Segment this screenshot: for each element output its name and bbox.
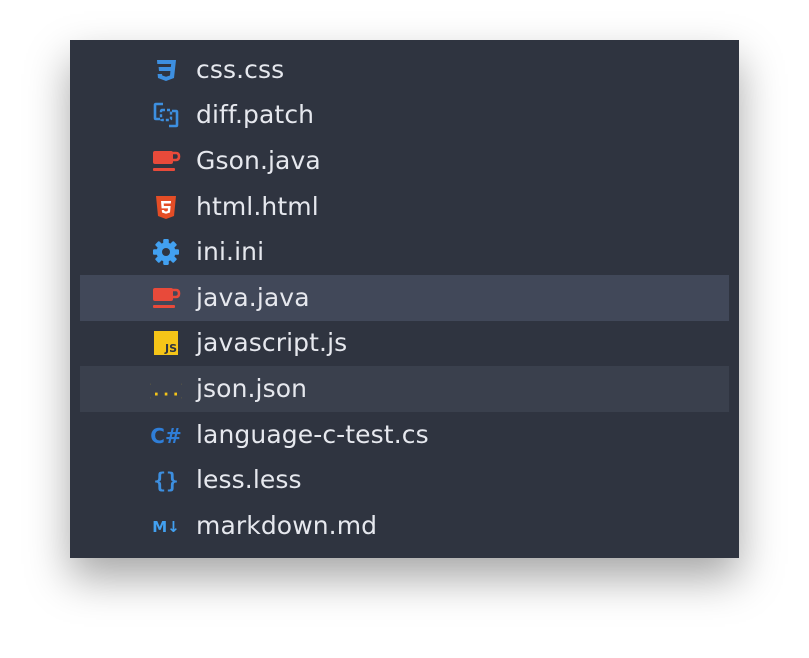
javascript-icon-text: JS [164,342,177,355]
file-name: ini.ini [196,237,265,267]
file-name: javascript.js [196,328,348,358]
file-row-less[interactable]: {} less.less [80,457,729,503]
java-icon [150,147,182,175]
gear-icon [150,238,182,266]
java-icon [150,284,182,312]
file-row-csharp[interactable]: C# language-c-test.cs [80,412,729,458]
file-list: css.css diff.patch Gson.java html.html i… [80,47,729,549]
file-row-javascript[interactable]: JS javascript.js [80,321,729,367]
file-row-ini[interactable]: ini.ini [80,229,729,275]
file-row-markdown[interactable]: M↓ markdown.md [80,503,729,549]
less-icon-text: {} [153,469,178,493]
javascript-icon: JS [150,329,182,357]
file-name: less.less [196,465,302,495]
html-icon [150,193,182,221]
json-icon: {...} [150,375,182,403]
file-name: language-c-test.cs [196,419,429,449]
file-row-css[interactable]: css.css [80,47,729,93]
file-name: markdown.md [196,510,378,540]
diff-icon [150,101,182,129]
file-name: json.json [196,373,308,403]
file-row-diff[interactable]: diff.patch [80,93,729,139]
file-name: css.css [196,54,285,84]
file-name: diff.patch [196,100,315,130]
file-name: java.java [196,282,310,312]
file-name: html.html [196,191,319,221]
markdown-icon-text: M↓ [152,518,180,536]
json-icon-text: {...} [150,381,182,400]
markdown-icon: M↓ [150,512,182,540]
file-row-java[interactable]: java.java [80,274,729,321]
css-icon [150,56,182,84]
file-name: Gson.java [196,145,321,175]
csharp-icon: C# [150,421,182,449]
file-row-json[interactable]: {...} json.json [80,366,729,412]
csharp-icon-text: C# [150,424,181,448]
less-icon: {} [150,466,182,494]
file-tree-panel: css.css diff.patch Gson.java html.html i… [70,40,739,558]
file-row-gson-java[interactable]: Gson.java [80,138,729,184]
file-row-html[interactable]: html.html [80,184,729,230]
